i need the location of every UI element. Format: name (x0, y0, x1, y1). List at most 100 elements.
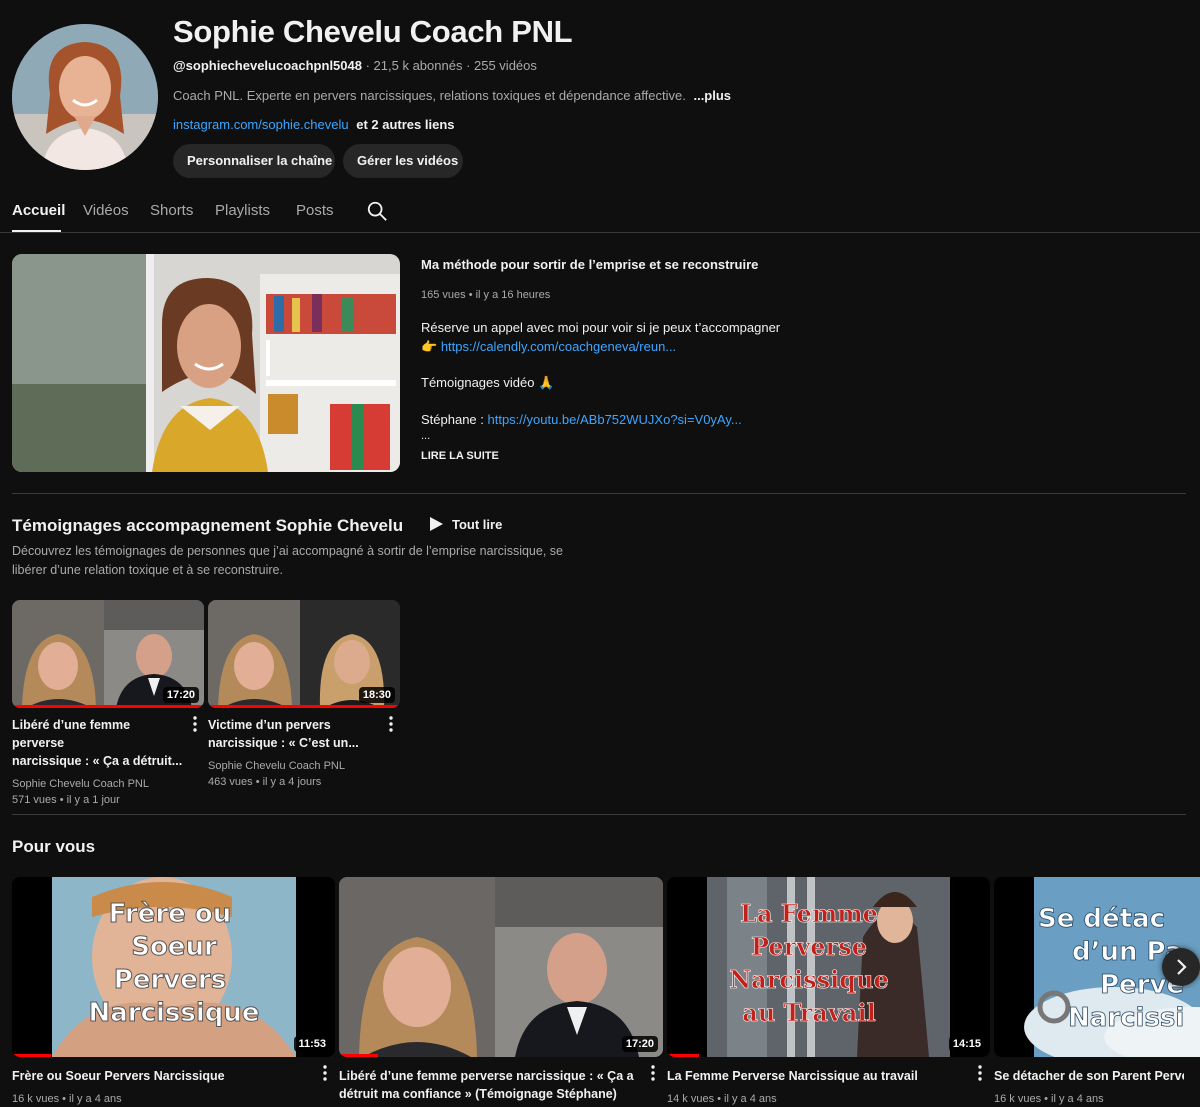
featured-desc-link-line: Stéphane : https://youtu.be/ABb752WUJXo?… (421, 412, 742, 427)
testimonial-link[interactable]: https://youtu.be/ABb752WUJXo?si=V0yAy... (488, 412, 742, 427)
thumb-text: au Travail (742, 998, 875, 1027)
play-all-button[interactable]: Tout lire (428, 516, 502, 532)
play-all-label: Tout lire (452, 516, 503, 532)
video-thumbnail[interactable]: La Femme Perverse Narcissique au Travail… (667, 877, 990, 1057)
watch-progress-bar (208, 705, 400, 708)
tab-playlists[interactable]: Playlists (215, 202, 270, 219)
tab-shorts[interactable]: Shorts (150, 202, 193, 219)
channel-stats: · 21,5 k abonnés · 255 vidéos (365, 58, 537, 73)
tab-home[interactable]: Accueil (12, 202, 65, 219)
play-icon (430, 517, 443, 531)
featured-desc-line: Réserve un appel avec moi pour voir si j… (421, 320, 781, 335)
thumb-text: La Femme (740, 899, 878, 928)
thumb-text: Soeur (131, 932, 217, 962)
playlist-description: Découvrez les témoignages de personnes q… (12, 544, 563, 577)
thumb-text: Narcissi (1068, 1003, 1184, 1033)
video-thumbnail[interactable]: 17:20 (12, 600, 204, 708)
video-channel-name[interactable]: Sophie Chevelu Coach PNL (12, 776, 184, 792)
watch-progress-bar (339, 1054, 378, 1057)
calendly-link[interactable]: https://calendly.com/coachgeneva/reun... (441, 339, 676, 354)
video-duration: 17:20 (162, 687, 199, 703)
thumb-text: Se détac (1038, 904, 1165, 934)
section-divider (12, 493, 1186, 494)
channel-tabs: Accueil Vidéos Shorts Playlists Posts (0, 190, 1200, 233)
watch-progress-bar (12, 1054, 51, 1057)
video-title[interactable]: La Femme Perverse Narcissique au travail (667, 1067, 966, 1085)
watch-progress-bar (667, 1054, 700, 1057)
channel-links: instagram.com/sophie.chevelu et 2 autres… (173, 117, 455, 132)
featured-desc-link-line: 👉 https://calendly.com/coachgeneva/reun.… (421, 339, 676, 355)
video-title[interactable]: Libéré d’une femme perverse (12, 716, 184, 752)
for-you-section-title: Pour vous (12, 837, 96, 856)
video-meta: 16 k vues • il y a 4 ans (994, 1093, 1104, 1105)
video-duration: 11:53 (294, 1036, 330, 1052)
video-title[interactable]: narcissique : « C’est un... (208, 734, 380, 752)
thumb-text: Perverse (751, 932, 867, 961)
channel-description-text: Coach PNL. Experte en pervers narcissiqu… (173, 88, 686, 103)
video-card[interactable]: 17:20 Libéré d’une femme perverse narcis… (12, 600, 204, 808)
video-thumbnail[interactable]: Frère ou Soeur Pervers Narcissique 11:53 (12, 877, 335, 1057)
video-card[interactable]: Frère ou Soeur Pervers Narcissique 11:53… (12, 877, 335, 1107)
video-card[interactable]: 17:20 Libéré d’une femme perverse narcis… (339, 877, 663, 1103)
channel-avatar[interactable] (12, 24, 158, 170)
customize-channel-button[interactable]: Personnaliser la chaîne (173, 144, 335, 178)
video-thumbnail[interactable]: 17:20 (339, 877, 663, 1057)
section-divider (12, 814, 1186, 815)
video-meta: 571 vues • il y a 1 jour (12, 794, 120, 806)
video-title[interactable]: Frère ou Soeur Pervers Narcissique (12, 1067, 311, 1085)
featured-thumbnail-image (12, 254, 400, 472)
video-title[interactable]: Victime d’un pervers (208, 716, 380, 734)
featured-video-meta: 165 vues • il y a 16 heures (421, 289, 551, 301)
video-meta: 463 vues • il y a 4 jours (208, 776, 322, 788)
featured-desc-ellipsis: ... (421, 430, 431, 442)
avatar-portrait (12, 24, 158, 170)
channel-meta: @sophiechevelucoachpnl5048 · 21,5 k abon… (173, 58, 537, 73)
video-meta: 16 k vues • il y a 4 ans (12, 1093, 122, 1105)
more-actions-icon[interactable] (646, 1065, 660, 1081)
other-links-button[interactable]: et 2 autres liens (356, 117, 454, 132)
channel-header: Sophie Chevelu Coach PNL @sophiecheveluc… (0, 0, 1200, 190)
thumb-text: Pervers (114, 965, 226, 995)
chevron-right-icon (1177, 959, 1187, 975)
featured-video-thumbnail[interactable] (12, 254, 400, 472)
video-duration: 18:30 (358, 687, 395, 703)
featured-video-title[interactable]: Ma méthode pour sortir de l’emprise et s… (421, 257, 758, 272)
search-icon[interactable] (366, 200, 388, 222)
description-more-link[interactable]: ...plus (693, 88, 731, 103)
video-channel-name[interactable]: Sophie Chevelu Coach PNL (208, 758, 380, 774)
featured-desc-label: Stéphane : (421, 412, 488, 427)
channel-name: Sophie Chevelu Coach PNL (173, 14, 573, 49)
video-thumbnail-image: Frère ou Soeur Pervers Narcissique (12, 877, 335, 1057)
video-title[interactable]: détruit ma confiance » (Témoignage Stéph… (339, 1085, 639, 1103)
video-duration: 14:15 (948, 1036, 985, 1052)
watch-progress-bar (12, 705, 204, 708)
carousel-next-button[interactable] (1162, 948, 1200, 986)
more-actions-icon[interactable] (318, 1065, 332, 1081)
video-card[interactable]: La Femme Perverse Narcissique au Travail… (667, 877, 990, 1107)
video-thumbnail-image: La Femme Perverse Narcissique au Travail (667, 877, 990, 1057)
more-actions-icon[interactable] (188, 716, 202, 732)
video-thumbnail-image (339, 877, 663, 1057)
channel-description[interactable]: Coach PNL. Experte en pervers narcissiqu… (173, 88, 731, 103)
playlist-section-title[interactable]: Témoignages accompagnement Sophie Chevel… (12, 516, 403, 536)
more-actions-icon[interactable] (384, 716, 398, 732)
thumb-text: Frère ou (109, 899, 231, 929)
manage-videos-button[interactable]: Gérer les vidéos (343, 144, 463, 178)
video-card[interactable]: Se détac d’un Pa Perve Narcissi Se détac… (994, 877, 1200, 1107)
video-thumbnail[interactable]: 18:30 (208, 600, 400, 708)
video-title[interactable]: Libéré d’une femme perverse narcissique … (339, 1067, 639, 1085)
featured-desc-line: Témoignages vidéo 🙏 (421, 375, 555, 390)
video-meta: 14 k vues • il y a 4 ans (667, 1093, 777, 1105)
active-tab-indicator (12, 230, 61, 232)
video-title[interactable]: Se détacher de son Parent Perver (994, 1067, 1184, 1085)
video-title[interactable]: narcissique : « Ça a détruit... (12, 752, 184, 770)
video-card[interactable]: 18:30 Victime d’un pervers narcissique :… (208, 600, 400, 790)
read-more-button[interactable]: LIRE LA SUITE (421, 450, 499, 462)
instagram-link[interactable]: instagram.com/sophie.chevelu (173, 117, 349, 132)
pointing-hand-icon: 👉 (421, 339, 438, 354)
more-actions-icon[interactable] (973, 1065, 987, 1081)
tab-videos[interactable]: Vidéos (83, 202, 129, 219)
video-duration: 17:20 (621, 1036, 658, 1052)
channel-handle: @sophiechevelucoachpnl5048 (173, 58, 362, 73)
tab-posts[interactable]: Posts (296, 202, 334, 219)
